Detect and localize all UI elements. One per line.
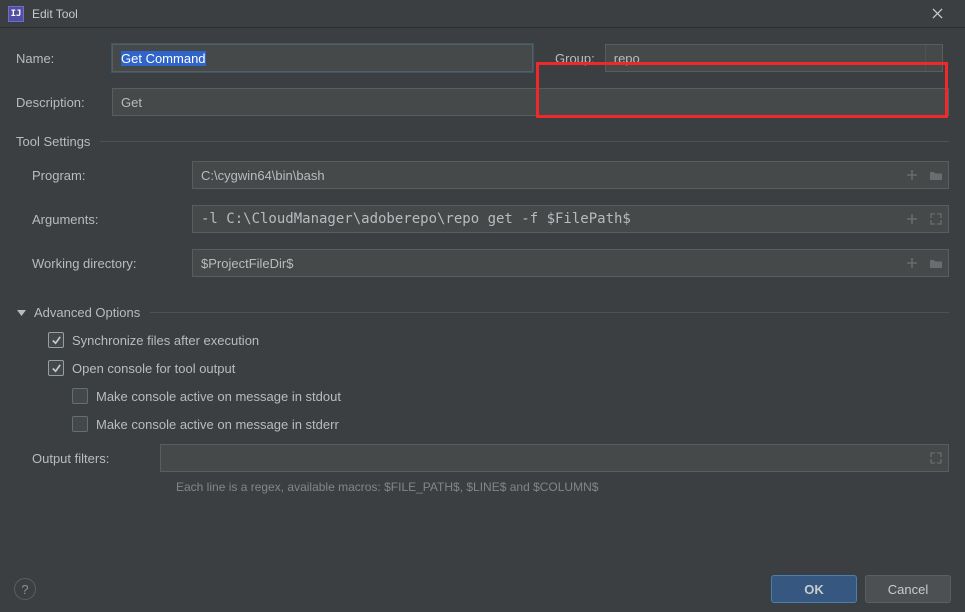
output-filters-input[interactable] [161,445,924,471]
tool-settings-grid: Program: Arguments: Working directory: [16,161,949,277]
program-input[interactable] [193,162,900,188]
name-input[interactable] [112,44,533,72]
output-filters-row: Output filters: [16,444,949,472]
app-icon: IJ [8,6,24,22]
arguments-label: Arguments: [32,212,192,227]
arguments-field [192,205,949,233]
row-description: Description: [16,88,949,116]
section-title-label: Advanced Options [34,305,140,320]
cancel-button[interactable]: Cancel [865,575,951,603]
program-field [192,161,949,189]
insert-macro-button-args[interactable] [900,206,924,232]
plus-icon [905,212,919,226]
browse-button[interactable] [924,162,948,188]
help-button[interactable]: ? [14,578,36,600]
output-filters-hint: Each line is a regex, available macros: … [16,480,949,494]
browse-button-wd[interactable] [924,250,948,276]
checkbox-stdout[interactable] [72,388,88,404]
workdir-input[interactable] [193,250,900,276]
checkbox-open-console-row: Open console for tool output [48,360,949,376]
window-title: Edit Tool [32,7,917,21]
group-value: repo [614,51,640,66]
check-icon [51,363,62,374]
expand-icon [929,212,943,226]
arguments-input[interactable] [193,206,900,232]
close-button[interactable] [917,0,957,28]
chevron-down-icon [925,45,942,71]
group-wrap: Group: repo [549,40,949,76]
help-icon: ? [21,582,28,597]
output-filters-field [160,444,949,472]
checkbox-open-console[interactable] [48,360,64,376]
checkbox-stderr-label: Make console active on message in stderr [96,417,339,432]
expand-icon [929,451,943,465]
ok-button[interactable]: OK [771,575,857,603]
group-combo[interactable]: repo [605,44,943,72]
checkbox-sync-row: Synchronize files after execution [48,332,949,348]
titlebar: IJ Edit Tool [0,0,965,28]
program-label: Program: [32,168,192,183]
checkbox-stderr-row: Make console active on message in stderr [48,416,949,432]
checkbox-open-console-label: Open console for tool output [72,361,235,376]
output-filters-label: Output filters: [32,451,160,466]
divider [100,141,949,142]
folder-icon [929,168,943,182]
workdir-label: Working directory: [32,256,192,271]
workdir-field [192,249,949,277]
divider [150,312,949,313]
name-label: Name: [16,51,112,66]
section-title-label: Tool Settings [16,134,90,149]
checkbox-sync-label: Synchronize files after execution [72,333,259,348]
insert-macro-button-wd[interactable] [900,250,924,276]
expand-button-filters[interactable] [924,445,948,471]
dialog-footer: ? OK Cancel [0,566,965,612]
expand-button-args[interactable] [924,206,948,232]
plus-icon [905,168,919,182]
checkbox-sync[interactable] [48,332,64,348]
description-input[interactable] [112,88,949,116]
ok-label: OK [804,582,824,597]
insert-macro-button[interactable] [900,162,924,188]
check-icon [51,335,62,346]
section-advanced[interactable]: Advanced Options [14,305,949,320]
advanced-options: Synchronize files after execution Open c… [16,332,949,432]
folder-icon [929,256,943,270]
checkbox-stdout-row: Make console active on message in stdout [48,388,949,404]
plus-icon [905,256,919,270]
close-icon [932,8,943,19]
checkbox-stdout-label: Make console active on message in stdout [96,389,341,404]
cancel-label: Cancel [888,582,928,597]
description-label: Description: [16,95,112,110]
chevron-down-icon [14,310,28,316]
section-tool-settings: Tool Settings [16,134,949,149]
checkbox-stderr[interactable] [72,416,88,432]
dialog-content: Name: Group: repo Description: Tool Sett… [0,28,965,612]
group-label: Group: [555,51,595,66]
row-name-group: Name: Group: repo [16,40,949,76]
